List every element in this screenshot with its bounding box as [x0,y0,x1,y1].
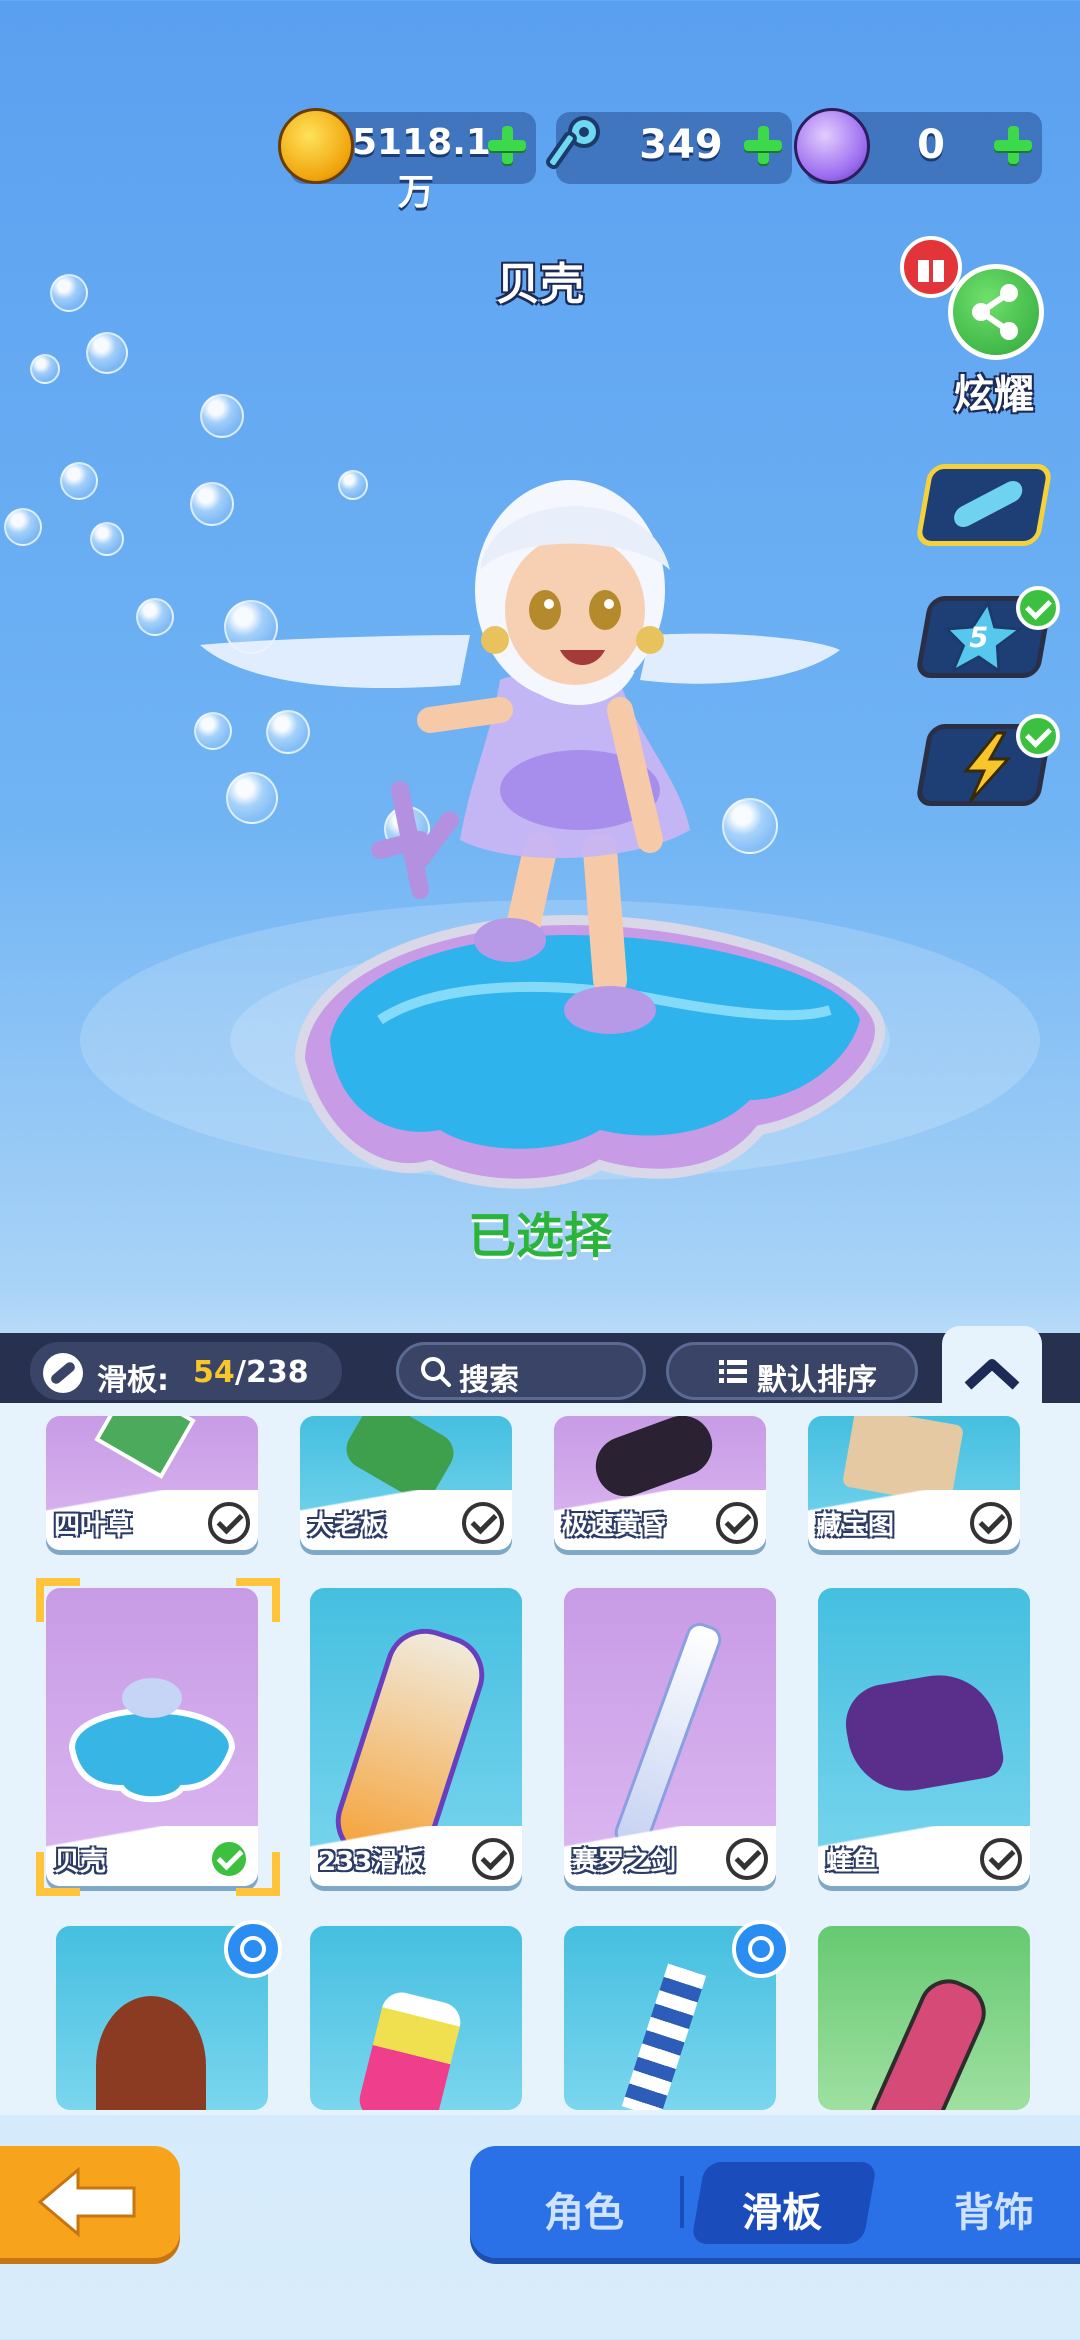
share-icon [948,264,1044,360]
item-card-green-board[interactable] [818,1926,1030,2110]
gift-icon [900,236,962,298]
selection-frame [36,1578,280,1896]
key-icon [544,108,620,184]
share-label: 炫耀 [954,372,1034,418]
collection-owned: 54 [193,1355,235,1390]
list-icon [719,1360,747,1383]
collection-total: /238 [235,1355,309,1390]
gem-icon [794,108,870,184]
owned-check-icon [462,1502,504,1544]
tab-divider [680,2176,684,2228]
timer-icon [224,1920,282,1978]
item-name: 藏宝图 [816,1511,895,1541]
item-card-viperfish[interactable]: 蝰鱼 [818,1588,1030,1886]
skateboard-count-icon [43,1353,83,1393]
tab-back-accessory[interactable]: 背饰 [954,2180,1034,2238]
sort-label: 默认排序 [757,1363,877,1398]
back-button[interactable] [0,2146,180,2258]
collection-counter: 滑板: 54 /238 [30,1342,342,1400]
owned-check-icon [716,1502,758,1544]
item-card-big-boss[interactable]: 大老板 [300,1416,512,1550]
search-label: 搜索 [459,1363,519,1398]
coin-icon [278,108,354,184]
bubble-decoration [30,354,60,384]
character-on-shell-board [80,480,1040,1189]
add-gem-button[interactable] [990,122,1036,168]
category-tabs: 角色 滑板 背饰 [470,2146,1080,2258]
key-value: 349 [639,122,723,168]
bubble-decoration [86,332,128,374]
add-coin-button[interactable] [484,122,530,168]
collection-label: 滑板: [97,1363,169,1398]
share-button[interactable]: 炫耀 [900,236,1050,418]
coin-value: 5118.1万 [352,122,491,213]
tab-skateboard[interactable]: 滑板 [742,2180,822,2238]
gem-value: 0 [917,122,945,168]
owned-check-icon [970,1502,1012,1544]
item-name: 赛罗之剑 [572,1847,677,1877]
item-name: 大老板 [308,1511,387,1541]
item-name: 极速黄昏 [562,1511,667,1541]
timer-icon [732,1920,790,1978]
search-icon [421,1357,451,1387]
chevron-up-icon [964,1359,1020,1390]
owned-check-icon [726,1838,768,1880]
item-card-233-board[interactable]: 233滑板 [310,1588,522,1886]
selected-label: 已选择 [467,1208,612,1264]
tab-character[interactable]: 角色 [544,2180,624,2238]
item-name: 233滑板 [318,1847,425,1877]
owned-check-icon [980,1838,1022,1880]
item-card-four-leaf[interactable]: 四叶草 [46,1416,258,1550]
owned-check-icon [208,1502,250,1544]
add-key-button[interactable] [740,122,786,168]
key-counter: 349 [546,112,792,184]
back-arrow-icon [37,2166,136,2238]
sort-button[interactable]: 默认排序 [666,1342,918,1400]
collapse-button[interactable] [942,1326,1042,1412]
owned-check-icon [472,1838,514,1880]
search-button[interactable]: 搜索 [396,1342,646,1400]
item-card-popsicle[interactable] [310,1926,522,2110]
bubble-decoration [50,274,88,312]
gem-counter: 0 [794,108,1042,184]
item-card-zero-sword[interactable]: 赛罗之剑 [564,1588,776,1886]
coin-counter: 5118.1万 [278,108,536,213]
item-card-speed-dusk[interactable]: 极速黄昏 [554,1416,766,1550]
item-name: 蝰鱼 [826,1847,879,1877]
item-card-treasure-map[interactable]: 藏宝图 [808,1416,1020,1550]
item-name: 四叶草 [54,1511,133,1541]
